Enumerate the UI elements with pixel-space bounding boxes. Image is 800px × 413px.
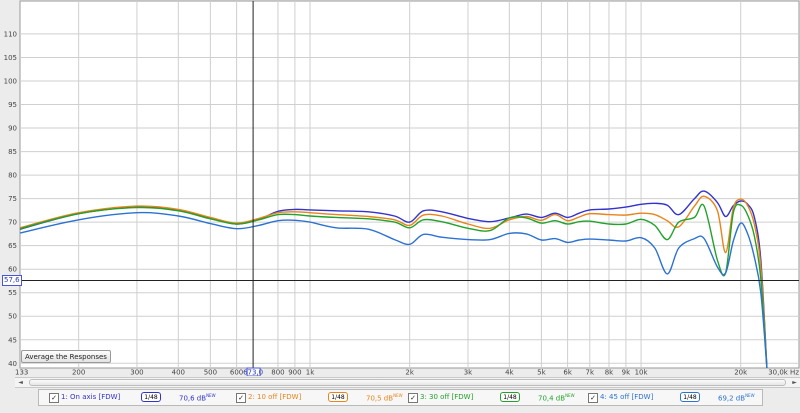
scroll-right-icon[interactable]: ► [789, 378, 800, 387]
x-tick-label: 7k [586, 369, 595, 377]
legend-level: 69,2 dBNEW [718, 393, 755, 402]
y-tick-label: 90 [8, 125, 17, 133]
legend-new-tag: NEW [745, 393, 755, 398]
x-tick-label: 1k [306, 369, 315, 377]
x-tick-label: 30,0k Hz [768, 369, 799, 377]
y-tick-label: 95 [8, 101, 17, 109]
y-tick-label: 75 [8, 195, 17, 203]
legend-level-value: 70,4 dB [538, 394, 566, 403]
legend-new-tag: NEW [393, 393, 403, 398]
y-axis-labels: 40 45 50 55 60 65 70 75 80 85 90 95 100 105 110 [4, 30, 17, 367]
x-tick-label: 3k [464, 369, 473, 377]
y-tick-label: 70 [8, 219, 17, 227]
y-tick-label: 40 [8, 360, 17, 368]
x-tick-label: 673,0 [243, 369, 263, 377]
y-tick-label: 45 [8, 336, 17, 344]
scrollbar-thumb[interactable] [29, 379, 786, 386]
legend-checkbox[interactable]: ✓ [49, 393, 59, 403]
average-responses-button[interactable]: Average the Responses [21, 350, 111, 363]
x-tick-label: 9k [622, 369, 631, 377]
cursor-y-readout: 57,6 [2, 275, 22, 287]
legend-level-value: 70,5 dB [366, 394, 394, 403]
y-tick-label: 100 [4, 77, 17, 85]
legend-new-tag: NEW [565, 393, 575, 398]
legend-series-name: 2: 10 off [FDW] [248, 393, 302, 401]
scroll-left-icon[interactable]: ◄ [15, 378, 26, 387]
legend-series-name: 4: 45 off [FDW] [600, 393, 654, 401]
x-tick-label: 8k [605, 369, 614, 377]
y-tick-label: 85 [8, 148, 17, 156]
x-tick-label: 6k [563, 369, 572, 377]
x-tick-label: 10k [635, 369, 649, 377]
legend-level: 70,4 dBNEW [538, 393, 575, 402]
smoothing-button[interactable]: 1/48 [328, 392, 348, 402]
x-tick-label: 300 [130, 369, 143, 377]
frequency-response-chart[interactable]: 40 45 50 55 60 65 70 75 80 85 90 95 100 105 110 133 200… [0, 0, 800, 376]
y-tick-label: 55 [8, 289, 17, 297]
legend-checkbox[interactable]: ✓ [408, 393, 418, 403]
legend-checkbox[interactable]: ✓ [588, 393, 598, 403]
x-tick-label: 200 [72, 369, 85, 377]
x-tick-label: 4k [505, 369, 514, 377]
x-tick-label: 20k [734, 369, 748, 377]
x-tick-label: 5k [537, 369, 546, 377]
cursor-x-readout: 673,0 [243, 367, 263, 377]
x-tick-label: 500 [204, 369, 217, 377]
x-tick-label: 400 [172, 369, 185, 377]
x-tick-label: 600 [230, 369, 243, 377]
legend-level-value: 69,2 dB [718, 394, 746, 403]
y-tick-label: 60 [8, 266, 17, 274]
x-tick-label: 133 [15, 369, 28, 377]
horizontal-scrollbar[interactable]: ◄ ► [15, 377, 800, 388]
legend-checkbox[interactable]: ✓ [236, 393, 246, 403]
legend-series-name: 1: On axis [FDW] [61, 393, 121, 401]
smoothing-button[interactable]: 1/48 [680, 392, 700, 402]
y-tick-label: 80 [8, 172, 17, 180]
legend-bar: ✓ 1: On axis [FDW] 1/48 70,6 dBNEW ✓ 2: 10 of… [38, 389, 763, 406]
x-axis-labels: 133 200 300 400 500 600 673,0 800 900 1k 2k 3k 4k 5k 6… [15, 367, 799, 377]
legend-level: 70,6 dBNEW [179, 393, 216, 402]
x-tick-label: 800 [271, 369, 284, 377]
legend-level: 70,5 dBNEW [366, 393, 403, 402]
x-tick-label: 900 [288, 369, 301, 377]
legend-level-value: 70,6 dB [179, 394, 207, 403]
y-tick-label: 110 [4, 30, 17, 38]
legend-series-name: 3: 30 off [FDW] [420, 393, 474, 401]
legend-new-tag: NEW [206, 393, 216, 398]
y-tick-label: 50 [8, 313, 17, 321]
y-tick-label: 65 [8, 242, 17, 250]
smoothing-button[interactable]: 1/48 [141, 392, 161, 402]
smoothing-button[interactable]: 1/48 [500, 392, 520, 402]
y-tick-label: 105 [4, 54, 17, 62]
x-tick-label: 2k [405, 369, 414, 377]
